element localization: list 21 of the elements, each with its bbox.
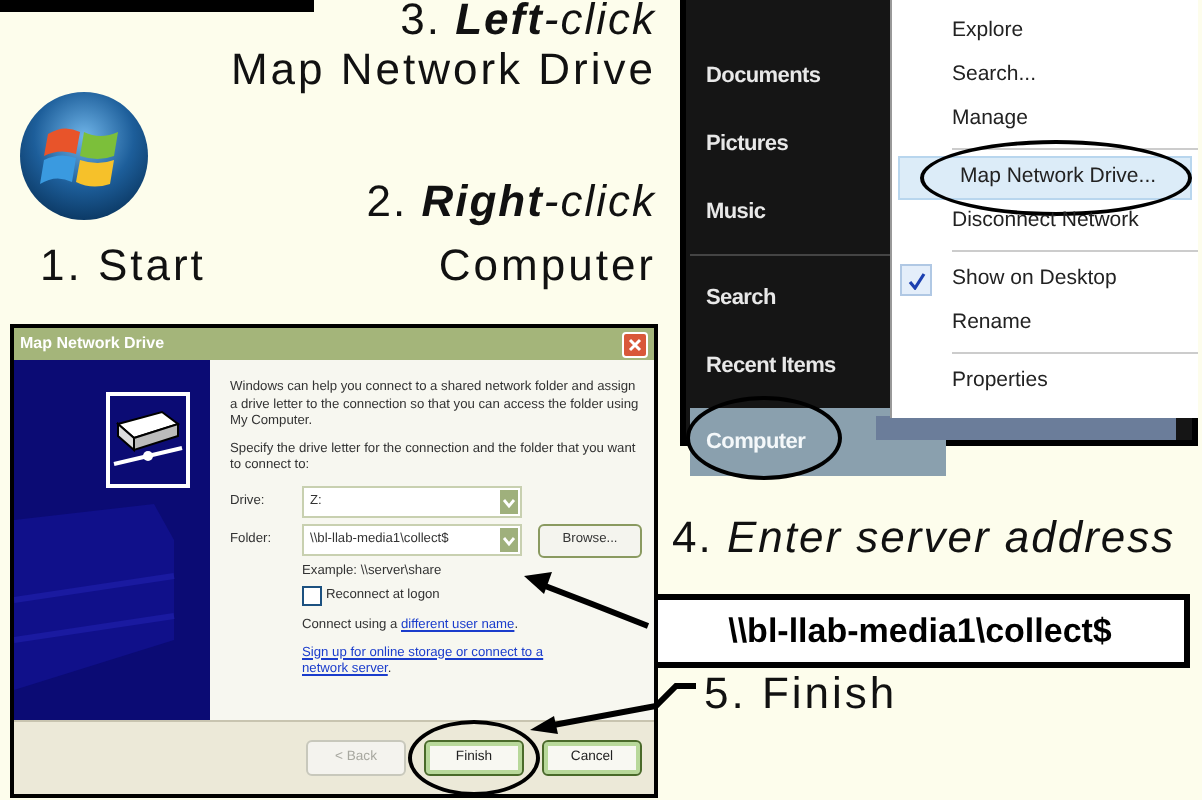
step-caption: Map Network Drive <box>230 44 656 96</box>
network-drive-icon <box>106 392 190 488</box>
step-caption: 5. Finish <box>704 668 898 720</box>
step-caption: 1. Start <box>40 240 206 292</box>
context-menu-item[interactable]: Explore <box>892 10 1198 54</box>
step-caption: 4. Enter server address <box>672 512 1176 564</box>
step-caption: 3. Left-click <box>400 0 656 40</box>
context-menu-item[interactable]: Rename <box>892 302 1198 346</box>
window-title: Map Network Drive <box>20 332 165 356</box>
close-icon[interactable] <box>622 331 648 357</box>
context-menu-item[interactable]: Search... <box>892 54 1198 98</box>
step-caption: 2. Right-click <box>366 176 656 228</box>
step-caption: Computer <box>438 240 656 292</box>
checkbox[interactable] <box>302 586 322 606</box>
context-menu-item[interactable]: Map Network Drive... <box>898 156 1192 200</box>
context-menu-item[interactable]: Show on Desktop <box>892 258 1198 302</box>
context-menu-item[interactable]: Disconnect Network <box>892 200 1198 244</box>
context-menu-item[interactable]: Properties <box>892 360 1198 404</box>
arrow <box>524 572 650 629</box>
context-menu-item[interactable]: Manage <box>892 98 1198 142</box>
windows-logo-icon[interactable] <box>16 90 152 222</box>
